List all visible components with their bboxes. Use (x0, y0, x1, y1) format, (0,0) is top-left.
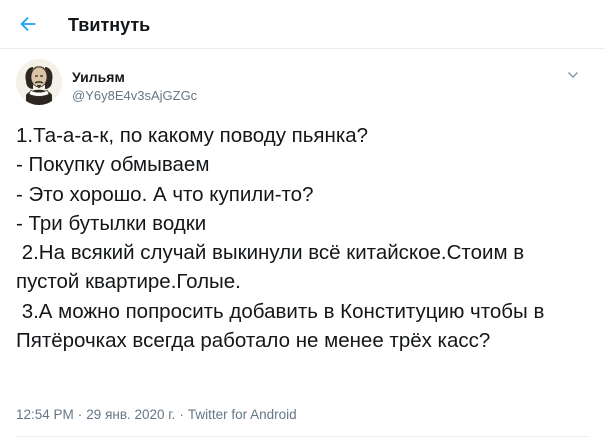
tweet-date[interactable]: 29 янв. 2020 г. (86, 407, 175, 422)
tweet-source-link[interactable]: Twitter for Android (188, 407, 297, 422)
author-name[interactable]: Уильям (72, 69, 125, 86)
tweet-menu-button[interactable] (562, 66, 584, 84)
divider (16, 436, 589, 437)
author-handle[interactable]: @Y6y8E4v3sAjGZGc (72, 88, 197, 104)
meta-separator: · (77, 407, 83, 422)
shakespeare-portrait-avatar (16, 59, 62, 105)
tweet-meta: 12:54 PM · 29 янв. 2020 г. · Twitter for And… (16, 406, 297, 424)
meta-separator: · (179, 407, 184, 422)
chevron-down-icon (568, 72, 578, 78)
back-button[interactable] (10, 6, 46, 42)
author-avatar[interactable] (16, 59, 62, 105)
arrow-left-icon (20, 16, 36, 32)
tweet-text: 1.Та-а-а-к, по какому поводу пьянка? - П… (16, 124, 545, 353)
page-title: Твитнуть (68, 15, 151, 35)
tweet-time[interactable]: 12:54 PM (16, 407, 74, 422)
page-header: Твитнуть (0, 0, 605, 49)
